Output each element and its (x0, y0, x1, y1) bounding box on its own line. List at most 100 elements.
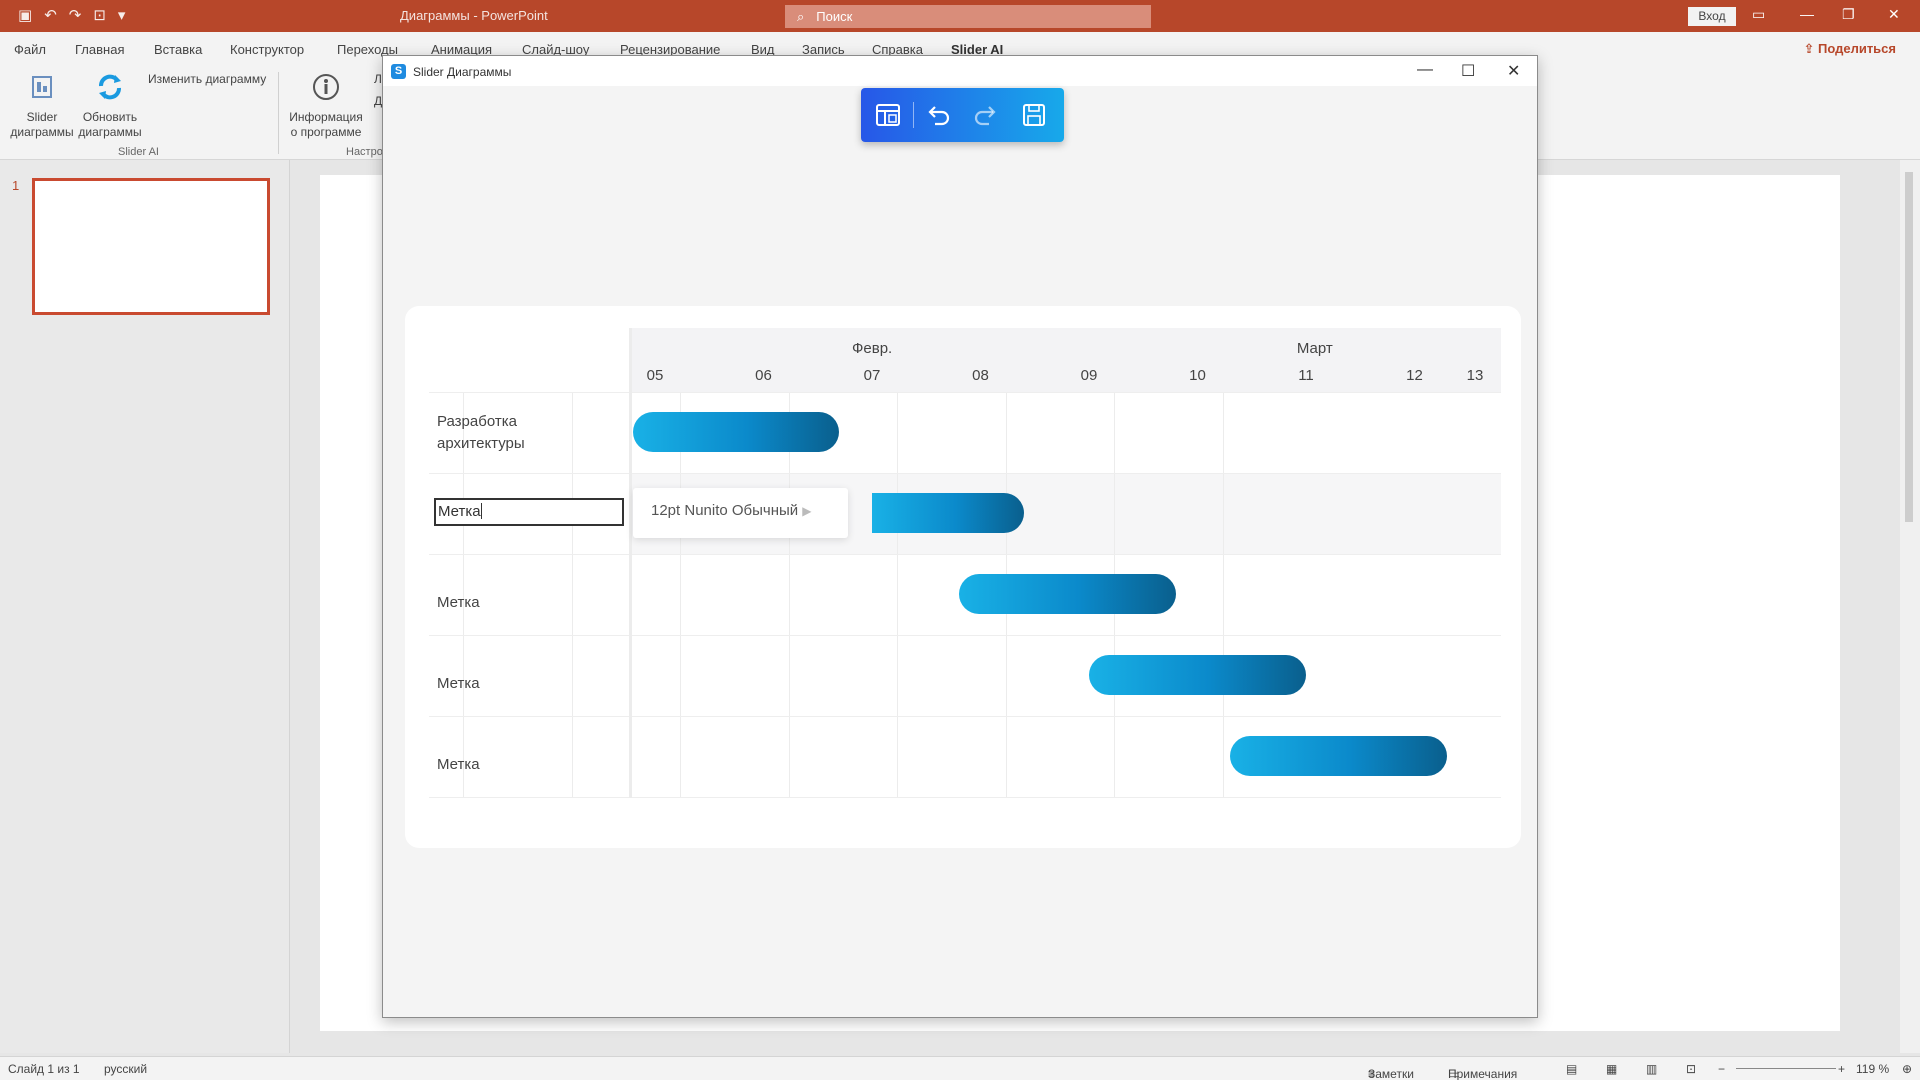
slide-counter: Слайд 1 из 1 (8, 1062, 80, 1076)
redo-icon[interactable]: ↷ (69, 6, 82, 24)
tab-design[interactable]: Конструктор (230, 42, 304, 57)
gantt-bar-3[interactable] (958, 574, 1176, 614)
grid-line-8 (1223, 392, 1224, 798)
zoom-out-icon[interactable]: − (1718, 1062, 1725, 1076)
month-label-1: Февр. (852, 340, 893, 357)
grid-line-4 (789, 392, 790, 798)
task-label-input[interactable]: Метка (434, 498, 624, 526)
slide-thumbnail-pane: 1 (0, 160, 290, 1053)
font-format-label: 12pt Nunito Обычный (651, 502, 799, 519)
task-label-4[interactable]: Метка (437, 673, 480, 695)
slide-thumbnail[interactable] (32, 178, 270, 315)
vertical-scrollbar[interactable] (1900, 160, 1920, 1053)
layout-icon[interactable] (873, 100, 903, 130)
task-label-1[interactable]: Разработка архитектуры (437, 411, 587, 455)
diagram-icon (32, 76, 52, 98)
day-label-12: 12 (1406, 367, 1423, 384)
day-label-08: 08 (972, 367, 989, 384)
gantt-bar-5[interactable] (1230, 736, 1448, 776)
group-label-slider-ai: Slider AI (118, 146, 159, 158)
search-icon: ⌕ (797, 9, 805, 24)
undo-icon[interactable] (923, 100, 953, 130)
close-icon[interactable]: ✕ (1888, 6, 1900, 23)
scrollbar-thumb[interactable] (1905, 172, 1913, 522)
dialog-maximize-icon[interactable]: ☐ (1461, 61, 1475, 81)
grid-line-3 (680, 392, 681, 798)
dialog-title-bar: S Slider Диаграммы — ☐ ✕ (383, 56, 1537, 86)
customize-icon[interactable]: ▾ (118, 6, 126, 24)
signin-button[interactable]: Вход (1688, 7, 1736, 26)
task-label-input-value: Метка (438, 503, 481, 520)
search-placeholder: Поиск (816, 9, 853, 24)
status-bar: Слайд 1 из 1 русский ≡ Заметки ▭ Примеча… (0, 1056, 1920, 1080)
title-bar: ▣ ↶ ↷ ⊡ ▾ Диаграммы - PowerPoint ⌕ Поиск … (0, 0, 1920, 32)
gantt-bar-2[interactable] (872, 493, 1024, 533)
day-label-09: 09 (1080, 367, 1098, 384)
language-indicator[interactable]: русский (104, 1062, 147, 1076)
notes-label: Заметки (1368, 1067, 1414, 1080)
task-label-5[interactable]: Метка (437, 754, 480, 776)
refresh-diagrams-label-2: диаграммы (78, 125, 142, 139)
share-button[interactable]: ⇪ Поделиться (1803, 41, 1896, 57)
restore-icon[interactable]: ❐ (1842, 6, 1855, 23)
about-button[interactable]: Информация о программе (286, 72, 366, 140)
font-format-popup[interactable]: 12pt Nunito Обычный ▶ (633, 488, 848, 538)
slider-logo-icon: S (391, 64, 406, 79)
zoom-slider[interactable] (1736, 1068, 1836, 1069)
day-label-13: 13 (1466, 367, 1484, 384)
tab-home[interactable]: Главная (75, 42, 124, 57)
save-icon[interactable] (1019, 100, 1049, 130)
day-label-07: 07 (863, 367, 881, 384)
present-icon[interactable]: ⊡ (93, 6, 106, 24)
day-label-05: 05 (646, 367, 664, 384)
about-label-2: о программе (290, 125, 362, 139)
zoom-in-icon[interactable]: + (1838, 1062, 1845, 1076)
info-icon (313, 74, 339, 100)
quick-access-toolbar: ▣ ↶ ↷ ⊡ ▾ (18, 6, 125, 24)
slideshow-icon[interactable]: ⊡ (1686, 1062, 1696, 1076)
slider-diagrams-label-2: диаграммы (10, 125, 74, 139)
minimize-icon[interactable]: — (1800, 6, 1814, 22)
task-label-3[interactable]: Метка (437, 592, 480, 614)
slider-diagrams-button[interactable]: Slider диаграммы (8, 72, 76, 140)
normal-view-icon[interactable]: ▤ (1566, 1062, 1577, 1076)
refresh-diagrams-button[interactable]: Обновить диаграммы (76, 72, 144, 140)
redo-icon[interactable] (971, 100, 1001, 130)
zoom-level[interactable]: 119 % (1856, 1062, 1889, 1076)
diagram-panel: Февр. Март 05 06 07 08 09 10 11 12 13 Разработка а… (405, 306, 1521, 848)
save-icon[interactable]: ▣ (18, 6, 32, 24)
share-label: Поделиться (1817, 41, 1896, 56)
fit-slide-icon[interactable]: ⊕ (1902, 1062, 1912, 1076)
ribbon-display-icon[interactable]: ▭ (1752, 6, 1765, 23)
about-label-1: Информация (289, 110, 363, 124)
refresh-diagrams-label-1: Обновить (82, 110, 138, 124)
refresh-icon (99, 74, 121, 100)
dialog-close-icon[interactable]: ✕ (1507, 61, 1520, 81)
undo-icon[interactable]: ↶ (44, 6, 57, 24)
cut-letter-1: Л (374, 72, 382, 86)
tab-file[interactable]: Файл (14, 42, 46, 57)
reading-view-icon[interactable]: ▥ (1646, 1062, 1657, 1076)
cut-letter-2: Д (374, 94, 383, 108)
text-caret (480, 503, 482, 519)
day-label-06: 06 (755, 367, 772, 384)
gantt-bar-1[interactable] (633, 412, 840, 452)
gantt-chart: Февр. Март 05 06 07 08 09 10 11 12 13 Разработка а… (429, 328, 1501, 798)
row-separator-2 (429, 554, 1501, 555)
share-icon: ⇪ (1803, 41, 1818, 56)
month-label-2: Март (1296, 340, 1333, 357)
gantt-bar-4[interactable] (1089, 655, 1306, 695)
edit-diagram-button[interactable]: Изменить диаграмму (148, 72, 266, 87)
document-title: Диаграммы - PowerPoint (400, 8, 548, 23)
slide-sorter-icon[interactable]: ▦ (1606, 1062, 1617, 1076)
row-separator-5 (429, 797, 1501, 798)
tab-insert[interactable]: Вставка (154, 42, 202, 57)
row-separator-3 (429, 635, 1501, 636)
row-separator-1 (429, 473, 1501, 474)
dialog-minimize-icon[interactable]: — (1417, 61, 1433, 79)
expand-arrow-icon[interactable]: ▶ (802, 504, 811, 518)
slider-diagrams-label-1: Slider (26, 110, 58, 124)
search-box[interactable]: ⌕ Поиск (785, 5, 1151, 28)
row-separator-0 (429, 392, 1501, 393)
day-label-11: 11 (1298, 367, 1314, 384)
